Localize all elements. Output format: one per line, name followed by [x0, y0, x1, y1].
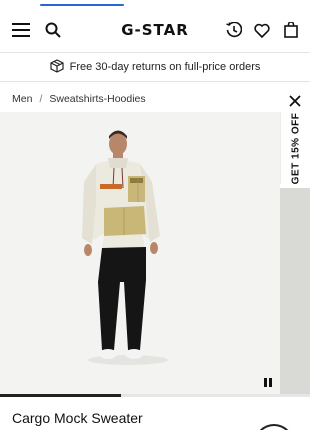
breadcrumb-separator: /: [39, 93, 43, 105]
breadcrumb: Men / Sweatshirts-Hoodies: [12, 93, 146, 105]
floating-button-edge[interactable]: [254, 424, 294, 430]
model-photo-illustration: [82, 130, 168, 365]
search-icon[interactable]: [42, 19, 64, 41]
box-icon: [50, 58, 64, 76]
active-tab-indicator: [40, 4, 124, 6]
hamburger-menu-icon[interactable]: [10, 19, 32, 41]
pause-icon[interactable]: [264, 378, 274, 388]
close-icon[interactable]: [287, 93, 303, 109]
product-title: Cargo Mock Sweater: [12, 410, 143, 426]
gallery-progress-fill: [0, 394, 121, 397]
brand-logo[interactable]: G-STAR: [121, 21, 189, 39]
product-image[interactable]: [0, 112, 280, 394]
promo-banner[interactable]: Free 30-day returns on full-price orders: [0, 52, 310, 82]
heart-icon[interactable]: [251, 19, 273, 41]
discount-tab[interactable]: GET 15% OFF: [280, 112, 310, 184]
history-icon[interactable]: [223, 19, 245, 41]
gallery-progress-bar: [0, 394, 310, 397]
discount-tab-label: GET 15% OFF: [290, 112, 301, 184]
promo-text: Free 30-day returns on full-price orders: [69, 61, 261, 73]
site-header: G-STAR: [0, 10, 310, 50]
breadcrumb-sweatshirts-hoodies[interactable]: Sweatshirts-Hoodies: [49, 93, 145, 105]
status-strip: [0, 0, 310, 10]
next-product-image[interactable]: [280, 188, 310, 394]
breadcrumb-men[interactable]: Men: [12, 93, 32, 105]
shopping-bag-icon[interactable]: [280, 19, 302, 41]
